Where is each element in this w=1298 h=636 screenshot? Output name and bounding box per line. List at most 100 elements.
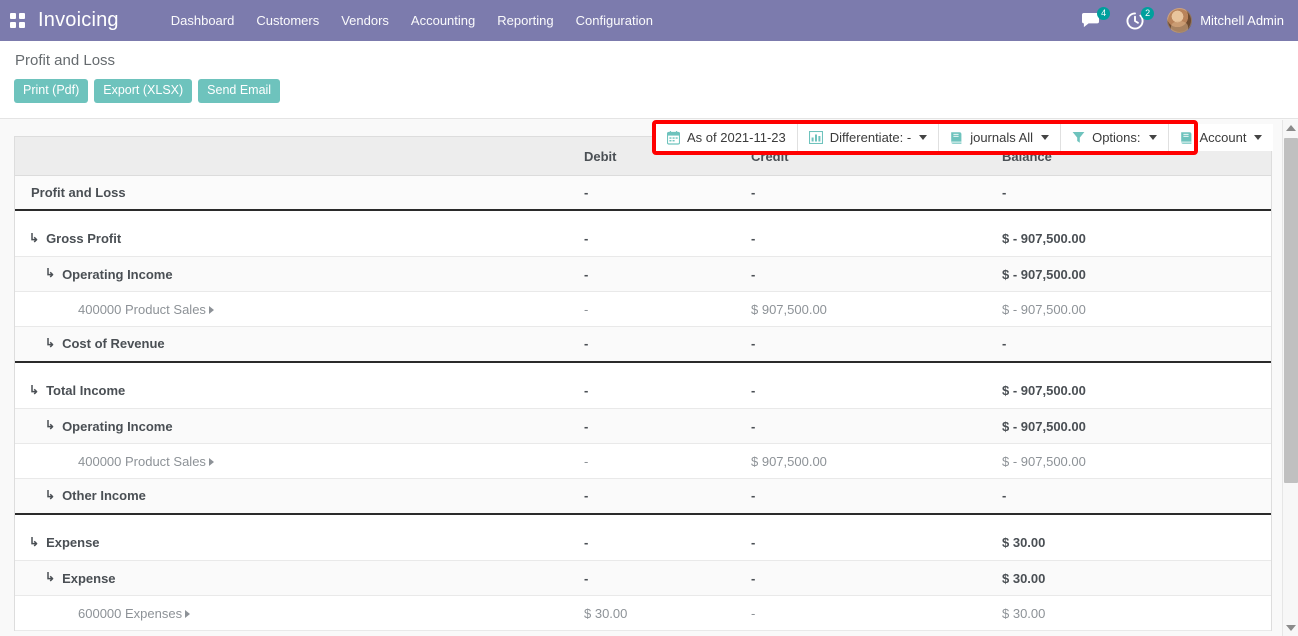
row-credit: $ 907,500.00	[751, 292, 1002, 327]
print-pdf-button[interactable]: Print (Pdf)	[14, 79, 88, 103]
page-title: Profit and Loss	[15, 52, 1284, 70]
table-row-report-title[interactable]: Profit and Loss - - -	[15, 176, 1271, 210]
date-filter[interactable]: As of 2021-11-23	[656, 124, 798, 151]
row-label: Gross Profit	[46, 231, 121, 246]
messages-badge: 4	[1097, 7, 1110, 20]
menu-item-reporting[interactable]: Reporting	[486, 2, 564, 39]
row-debit: -	[584, 176, 751, 210]
table-row-expense-total[interactable]: ↳ Expense - - $ 30.00	[15, 526, 1271, 561]
row-label: Expense	[62, 571, 115, 586]
scroll-down-arrow[interactable]	[1283, 620, 1298, 636]
book-icon	[950, 131, 963, 145]
user-menu[interactable]: Mitchell Admin	[1157, 0, 1290, 41]
row-label: 400000 Product Sales	[78, 454, 206, 469]
table-row-account-400000-2[interactable]: 400000 Product Sales - $ 907,500.00 $ - …	[15, 444, 1271, 479]
expand-arrow-icon: ↳	[45, 489, 55, 501]
row-balance: $ - 907,500.00	[1002, 444, 1271, 479]
scroll-thumb[interactable]	[1284, 138, 1298, 483]
expand-arrow-icon: ↳	[29, 384, 39, 396]
row-credit: -	[751, 561, 1002, 596]
comparison-filter[interactable]: Differentiate: -	[798, 124, 939, 151]
row-spacer	[15, 210, 1271, 222]
control-panel: Profit and Loss Print (Pdf) Export (XLSX…	[0, 41, 1298, 119]
app-brand-name[interactable]: Invoicing	[34, 9, 129, 32]
row-balance: $ 30.00	[1002, 596, 1271, 631]
journals-filter-label: journals All	[970, 130, 1033, 145]
expand-arrow-icon: ↳	[29, 232, 39, 244]
report-scroll-area: Debit Credit Balance Profit and Loss - -…	[0, 119, 1298, 636]
table-row-gross-profit[interactable]: ↳ Gross Profit - - $ - 907,500.00	[15, 222, 1271, 257]
row-debit: -	[584, 444, 751, 479]
row-debit: -	[584, 561, 751, 596]
comparison-filter-label: Differentiate: -	[830, 130, 911, 145]
table-row-expense-group[interactable]: ↳ Expense - - $ 30.00	[15, 561, 1271, 596]
row-debit: -	[584, 222, 751, 257]
row-credit: $ 907,500.00	[751, 444, 1002, 479]
row-label: Operating Income	[62, 267, 173, 282]
table-row-total-income[interactable]: ↳ Total Income - - $ - 907,500.00	[15, 374, 1271, 409]
chevron-right-icon[interactable]	[209, 458, 214, 466]
row-credit: -	[751, 257, 1002, 292]
table-row-account-400000[interactable]: 400000 Product Sales - $ 907,500.00 $ - …	[15, 292, 1271, 327]
navbar-right-tools: 4 2 Mitchell Admin	[1068, 0, 1290, 41]
export-xlsx-button[interactable]: Export (XLSX)	[94, 79, 192, 103]
account-filter-label: Account	[1200, 130, 1247, 145]
profit-and-loss-table: Debit Credit Balance Profit and Loss - -…	[15, 137, 1271, 631]
menu-item-vendors[interactable]: Vendors	[330, 2, 400, 39]
row-spacer	[15, 362, 1271, 374]
row-credit: -	[751, 526, 1002, 561]
menu-item-customers[interactable]: Customers	[245, 2, 330, 39]
top-navbar: Invoicing Dashboard Customers Vendors Ac…	[0, 0, 1298, 41]
expand-arrow-icon: ↳	[45, 267, 55, 279]
row-label: Operating Income	[62, 419, 173, 434]
main-menu: Dashboard Customers Vendors Accounting R…	[160, 2, 664, 39]
vertical-scrollbar[interactable]	[1282, 120, 1298, 636]
report-card: Debit Credit Balance Profit and Loss - -…	[14, 136, 1272, 631]
column-header-name	[15, 137, 584, 176]
menu-item-configuration[interactable]: Configuration	[565, 2, 664, 39]
expand-arrow-icon: ↳	[45, 571, 55, 583]
row-spacer	[15, 514, 1271, 526]
row-balance: $ - 907,500.00	[1002, 292, 1271, 327]
scroll-up-arrow[interactable]	[1283, 120, 1298, 136]
account-filter[interactable]: Account	[1169, 124, 1274, 151]
table-row-operating-income[interactable]: ↳ Operating Income - - $ - 907,500.00	[15, 257, 1271, 292]
messages-button[interactable]: 4	[1068, 0, 1113, 41]
row-balance: $ 30.00	[1002, 526, 1271, 561]
table-row-operating-income-2[interactable]: ↳ Operating Income - - $ - 907,500.00	[15, 409, 1271, 444]
row-label: Other Income	[62, 488, 146, 503]
bar-chart-icon	[809, 131, 823, 144]
table-row-account-600000[interactable]: 600000 Expenses $ 30.00 - $ 30.00	[15, 596, 1271, 631]
row-credit: -	[751, 222, 1002, 257]
activities-button[interactable]: 2	[1113, 0, 1157, 41]
apps-grid-icon[interactable]	[0, 0, 34, 41]
journals-filter[interactable]: journals All	[939, 124, 1061, 151]
row-label: Cost of Revenue	[62, 336, 165, 351]
expand-arrow-icon: ↳	[29, 536, 39, 548]
chevron-down-icon	[1149, 135, 1157, 140]
table-row-cost-of-revenue[interactable]: ↳ Cost of Revenue - - -	[15, 327, 1271, 362]
row-debit: -	[584, 526, 751, 561]
row-credit: -	[751, 479, 1002, 514]
row-balance: $ - 907,500.00	[1002, 374, 1271, 409]
chevron-right-icon[interactable]	[209, 306, 214, 314]
send-email-button[interactable]: Send Email	[198, 79, 280, 103]
calendar-icon	[667, 131, 680, 145]
date-filter-label: As of 2021-11-23	[687, 130, 786, 145]
row-label: Expense	[46, 535, 99, 550]
menu-item-accounting[interactable]: Accounting	[400, 2, 486, 39]
row-balance: -	[1002, 327, 1271, 362]
row-label: 600000 Expenses	[78, 606, 182, 621]
chevron-down-icon	[1254, 135, 1262, 140]
row-debit: -	[584, 292, 751, 327]
menu-item-dashboard[interactable]: Dashboard	[160, 2, 246, 39]
table-row-other-income[interactable]: ↳ Other Income - - -	[15, 479, 1271, 514]
options-filter[interactable]: Options:	[1061, 124, 1168, 151]
activities-badge: 2	[1141, 7, 1154, 20]
chevron-down-icon	[1041, 135, 1049, 140]
row-credit: -	[751, 374, 1002, 409]
row-balance: $ - 907,500.00	[1002, 222, 1271, 257]
chevron-right-icon[interactable]	[185, 610, 190, 618]
expand-arrow-icon: ↳	[45, 337, 55, 349]
row-credit: -	[751, 327, 1002, 362]
